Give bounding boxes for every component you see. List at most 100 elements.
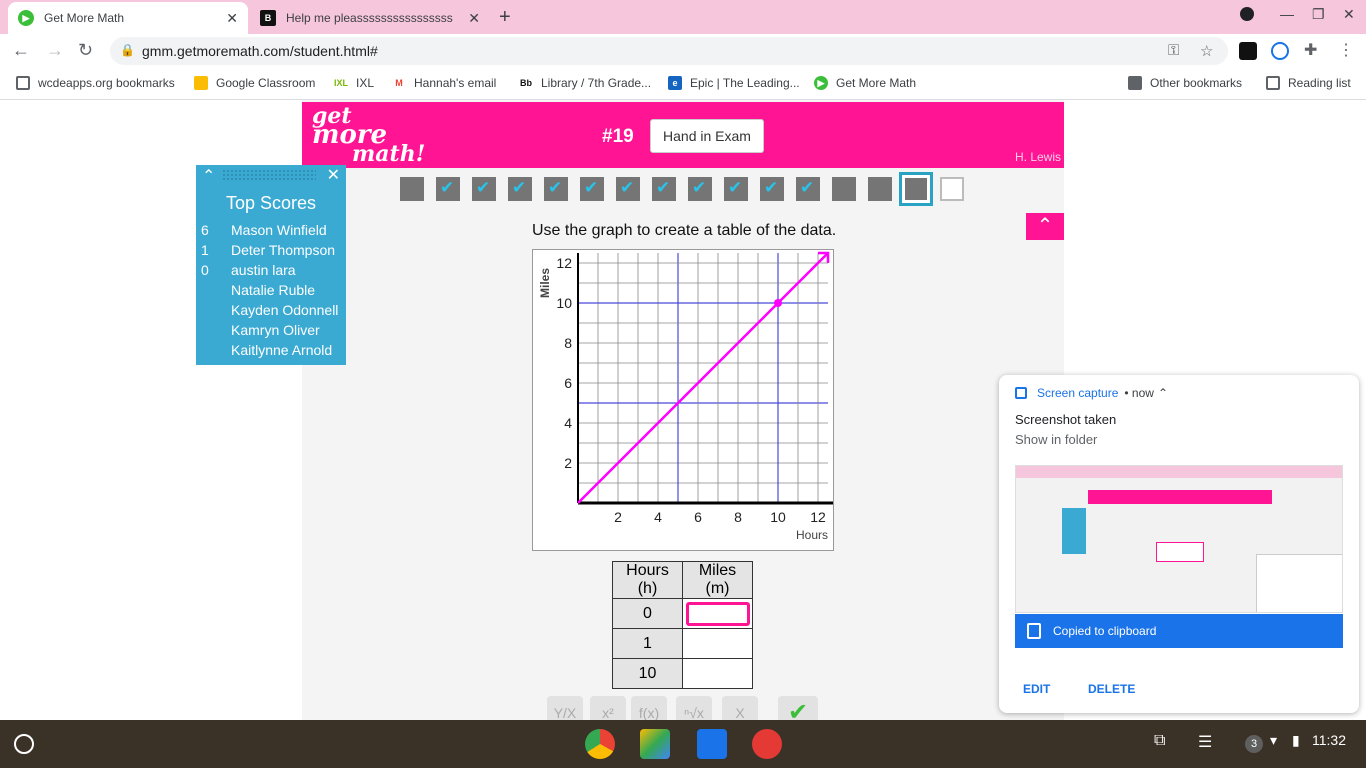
restore-icon[interactable]: ❐	[1312, 6, 1325, 23]
drive-icon[interactable]	[640, 729, 670, 759]
question-progress-box[interactable]	[832, 177, 856, 201]
hand-in-exam-button[interactable]: Hand in Exam	[650, 119, 764, 153]
other-bookmarks[interactable]: Other bookmarks	[1128, 76, 1242, 90]
bookmark-gmm[interactable]: ▶ Get More Math	[814, 76, 916, 90]
question-progress-box[interactable]	[436, 177, 460, 201]
question-progress-box[interactable]	[616, 177, 640, 201]
score-value	[196, 320, 231, 340]
extension-2-icon[interactable]	[1271, 42, 1289, 60]
question-progress-box[interactable]	[544, 177, 568, 201]
bookmark-epic[interactable]: e Epic | The Leading...	[668, 76, 800, 90]
question-progress-box[interactable]	[940, 177, 964, 201]
bookmark-label: IXL	[356, 76, 375, 90]
clock[interactable]: 11:32	[1312, 732, 1346, 748]
tab-close-icon[interactable]: ✕	[226, 10, 238, 27]
miles-cell[interactable]	[682, 658, 753, 689]
back-icon[interactable]: ←	[12, 40, 30, 61]
new-tab-button[interactable]: +	[499, 6, 511, 29]
notification-source: Screen capture • now ⌃	[1015, 386, 1168, 400]
clipboard-tray-icon[interactable]: ⧉	[1154, 732, 1165, 750]
bookmark-label: Other bookmarks	[1150, 76, 1243, 90]
reload-icon[interactable]: ↻	[78, 40, 93, 61]
student-name: Kaitlynne Arnold	[231, 342, 333, 358]
battery-icon[interactable]: ▮	[1292, 732, 1300, 749]
bookmark-classroom[interactable]: Google Classroom	[194, 76, 315, 90]
tab-title: Get More Math	[44, 11, 125, 25]
question-progress-box[interactable]	[400, 177, 424, 201]
scores-handle[interactable]: ⌃ ✕	[196, 165, 346, 185]
show-in-folder-link[interactable]: Show in folder	[1015, 432, 1097, 447]
close-window-icon[interactable]: ✕	[1343, 6, 1355, 23]
question-progress-box[interactable]	[899, 172, 933, 206]
gmm-logo: get more math!	[312, 103, 426, 167]
graph: 2 4 6 8 10 12 2 4 6 8 10 12 Hours Miles	[532, 249, 834, 551]
gallery-icon[interactable]	[752, 729, 782, 759]
bookmark-wcdeapps[interactable]: wcdeapps.org bookmarks	[16, 76, 175, 90]
question-progress-box[interactable]	[508, 177, 532, 201]
address-bar[interactable]: 🔒 gmm.getmoremath.com/student.html# ⚿ ☆	[110, 37, 1228, 65]
wifi-icon[interactable]: ▾	[1270, 732, 1277, 749]
tab-title: Help me pleassssssssssssssss	[286, 11, 453, 25]
screenshot-notification[interactable]: Screen capture • now ⌃ Screenshot taken …	[999, 375, 1359, 713]
col-header-miles: Miles (m)	[682, 561, 753, 599]
student-name: austin lara	[231, 262, 296, 278]
hours-cell: 10	[612, 658, 683, 689]
question-progress-box[interactable]	[724, 177, 748, 201]
launcher-icon[interactable]	[14, 734, 34, 754]
x-tick-label: 10	[770, 509, 786, 525]
chevron-up-icon[interactable]: ⌃	[202, 166, 215, 186]
bookmark-email[interactable]: M Hannah's email	[392, 76, 496, 90]
clipboard-icon	[1027, 623, 1041, 639]
notification-title: Screenshot taken	[1015, 412, 1117, 427]
tote-icon[interactable]: ☰	[1198, 732, 1212, 752]
key-icon[interactable]: ⚿	[1168, 42, 1179, 59]
miles-input[interactable]	[685, 601, 750, 626]
lock-icon: 🔒	[120, 43, 135, 57]
student-name: Kamryn Oliver	[231, 322, 320, 338]
bookmark-star-icon[interactable]: ☆	[1200, 42, 1213, 60]
score-value: 0	[201, 262, 209, 278]
edit-button[interactable]: EDIT	[1023, 682, 1050, 696]
y-tick-label: 6	[564, 375, 572, 391]
chrome-icon[interactable]	[585, 729, 615, 759]
x-tick-label: 8	[734, 509, 742, 525]
minimize-icon[interactable]: —	[1280, 6, 1294, 22]
extension-1-icon[interactable]	[1239, 42, 1257, 60]
tab-get-more-math[interactable]: ▶ Get More Math ✕	[8, 2, 248, 34]
miles-cell[interactable]	[682, 628, 753, 659]
score-value	[196, 300, 231, 320]
question-progress-box[interactable]	[580, 177, 604, 201]
collapse-chevron-icon[interactable]: ⌃	[1026, 213, 1064, 240]
miles-cell[interactable]	[682, 598, 753, 629]
menu-kebab-icon[interactable]: ⋮	[1338, 40, 1354, 60]
chevron-up-icon[interactable]: ⌃	[1158, 386, 1168, 400]
data-line	[577, 252, 829, 504]
bookmark-library[interactable]: Bb Library / 7th Grade...	[519, 76, 651, 90]
x-tick-label: 12	[810, 509, 826, 525]
bookmark-label: Hannah's email	[414, 76, 497, 90]
question-progress-box[interactable]	[760, 177, 784, 201]
close-icon[interactable]: ✕	[327, 165, 340, 185]
tab-help[interactable]: B Help me pleassssssssssssssss ✕	[250, 2, 490, 34]
tab-close-icon[interactable]: ✕	[468, 10, 480, 27]
y-tick-label: 12	[556, 255, 572, 271]
question-progress-box[interactable]	[688, 177, 712, 201]
score-row: Kaitlynne Arnold	[196, 340, 346, 360]
drag-handle[interactable]	[222, 169, 316, 181]
question-progress-box[interactable]	[472, 177, 496, 201]
forward-icon[interactable]: →	[46, 40, 64, 61]
question-progress-box[interactable]	[652, 177, 676, 201]
delete-button[interactable]: DELETE	[1088, 682, 1135, 696]
files-icon[interactable]	[697, 729, 727, 759]
y-tick-label: 10	[556, 295, 572, 311]
question-progress-box[interactable]	[868, 177, 892, 201]
score-value: 1	[201, 242, 209, 258]
extensions-puzzle-icon[interactable]: ✚	[1304, 40, 1317, 60]
screenshot-thumbnail[interactable]	[1015, 465, 1343, 613]
x-tick-label: 4	[654, 509, 662, 525]
question-progress-box[interactable]	[796, 177, 820, 201]
reading-list[interactable]: Reading list	[1266, 76, 1351, 90]
tab-search-icon[interactable]	[1240, 7, 1254, 21]
bookmark-ixl[interactable]: IXL IXL	[334, 76, 374, 90]
notification-count[interactable]: 3	[1245, 735, 1263, 753]
